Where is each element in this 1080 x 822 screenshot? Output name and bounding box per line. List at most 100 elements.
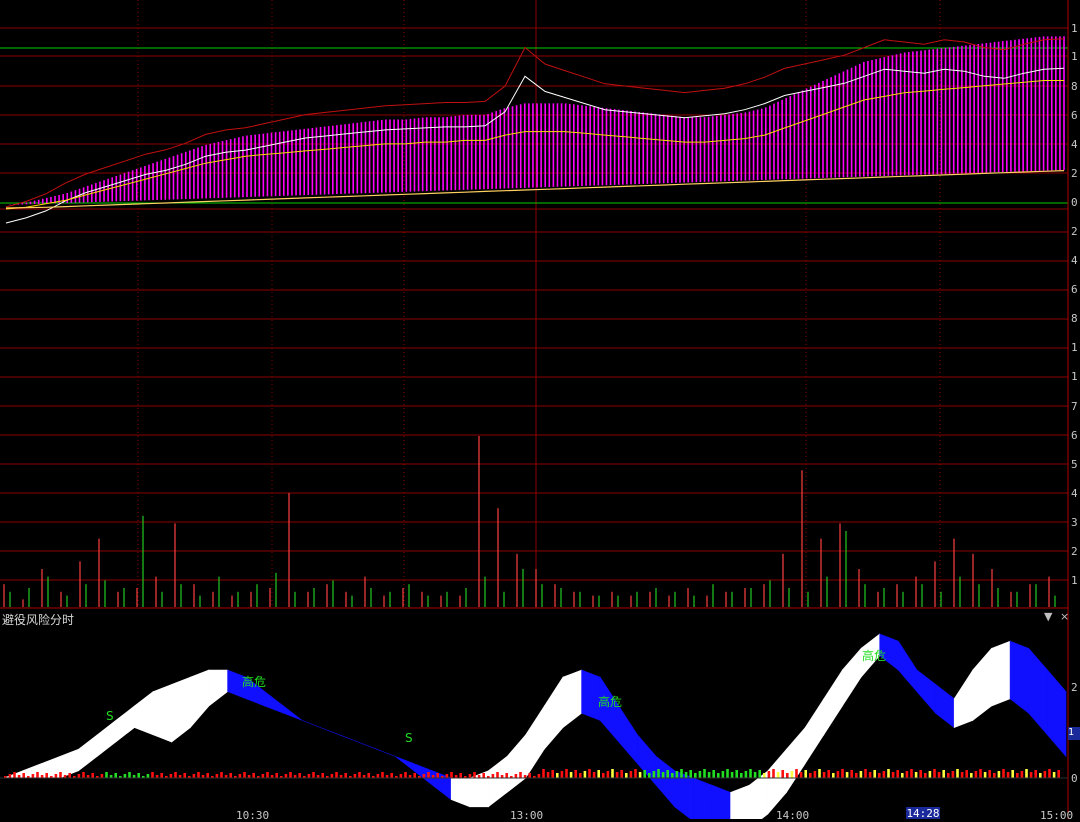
rise-segment [208,669,228,707]
oscillator-bar [358,772,361,778]
oscillator-bar [1025,769,1028,778]
rise-segment [525,704,545,780]
oscillator-bar [31,774,35,778]
oscillator-bar [1039,773,1042,778]
rise-segment [991,640,1011,707]
axis-tick-label: 7 [1071,400,1078,413]
oscillator-bar [519,772,522,778]
oscillator-bar [767,771,771,778]
oscillator-bar [965,770,968,778]
oscillator-bar [960,772,964,778]
oscillator-bar [703,769,706,778]
oscillator-bar [979,769,982,778]
oscillator-bar [1002,769,1005,778]
oscillator-bar [841,769,844,778]
oscillator-bar [54,774,58,778]
oscillator-bar [192,774,196,778]
oscillator-bar [717,773,720,778]
oscillator-bar [8,774,12,778]
oscillator-bar [818,769,821,778]
oscillator-bar [749,769,752,778]
oscillator-bar [707,772,711,778]
oscillator-bar [537,774,541,778]
oscillator-bar [997,771,1001,778]
oscillator-bar [993,773,996,778]
oscillator-bar [712,770,715,778]
oscillator-bar [675,771,679,778]
oscillator-bar [951,771,955,778]
oscillator-bar [220,772,223,778]
dropdown-icon[interactable]: ▼ [1044,610,1052,623]
intraday-chart[interactable]: S高危S高危高危 1186420246811765432120 [0,0,1080,819]
oscillator-bar [22,773,25,778]
oscillator-bar [694,773,697,778]
oscillator-bar [735,770,738,778]
oscillator-bar [602,773,605,778]
oscillator-bar [422,774,426,778]
fall-segment [655,755,676,808]
oscillator-bar [592,772,596,778]
rise-segment [953,668,974,729]
oscillator-bar [864,769,867,778]
oscillator-bar [615,772,619,778]
time-cursor-label: 14:28 [906,807,940,820]
oscillator-bar [298,773,301,778]
oscillator-bar [215,774,219,778]
time-label-1030: 10:30 [236,809,270,822]
oscillator-bar [611,769,614,778]
oscillator-bar [229,773,232,778]
oscillator-bar [445,774,449,778]
fall-segment [376,748,396,757]
oscillator-bar [933,769,936,778]
fall-segment [711,784,731,819]
rise-segment [171,676,191,743]
oscillator-bar [625,773,628,778]
oscillator-bar [105,772,108,778]
axis-tick-label: 2 [1071,225,1078,238]
rise-segment [823,668,843,736]
oscillator-bar [381,772,384,778]
oscillator-bar [666,770,669,778]
rise-segment [152,683,172,743]
oscillator-bar [1057,770,1060,778]
axis-tick-label: 5 [1071,458,1078,471]
oscillator-bar [597,770,600,778]
oscillator-bar [565,769,568,778]
signal-marker: 高危 [862,648,886,663]
oscillator-bar [261,774,265,778]
oscillator-bar [344,773,347,778]
oscillator-bar [657,769,660,778]
oscillator-bar [726,769,729,778]
oscillator-bar [68,773,71,778]
oscillator-bar [77,774,81,778]
time-label-1300: 13:00 [510,809,544,822]
oscillator-bar [427,772,430,778]
oscillator-bar [160,773,163,778]
oscillator-bar [473,772,476,778]
oscillator-bar [569,772,573,778]
oscillator-bar [836,771,840,778]
rise-segment [506,733,527,794]
oscillator-bar [887,769,890,778]
axis-tick-label: 8 [1071,80,1078,93]
oscillator-bar [413,773,416,778]
oscillator-bar [514,774,518,778]
rise-segment [450,777,471,808]
oscillator-bar [206,773,209,778]
oscillator-bar [284,774,288,778]
axis-tick-label: 4 [1071,254,1078,267]
signal-marker: S [106,709,114,723]
axis-tick-label: 1 [1071,341,1078,354]
oscillator-bar [795,769,798,778]
oscillator-bar [901,773,904,778]
fall-segment [264,690,284,714]
oscillator-bar [546,772,550,778]
oscillator-bar [919,770,922,778]
oscillator-bar [850,770,853,778]
axis-tick-label: 1 [1071,370,1078,383]
oscillator-bar [970,773,973,778]
oscillator-bar [914,772,918,778]
oscillator-bar [878,773,881,778]
close-icon[interactable]: × [1060,610,1069,623]
fall-segment [935,683,955,729]
